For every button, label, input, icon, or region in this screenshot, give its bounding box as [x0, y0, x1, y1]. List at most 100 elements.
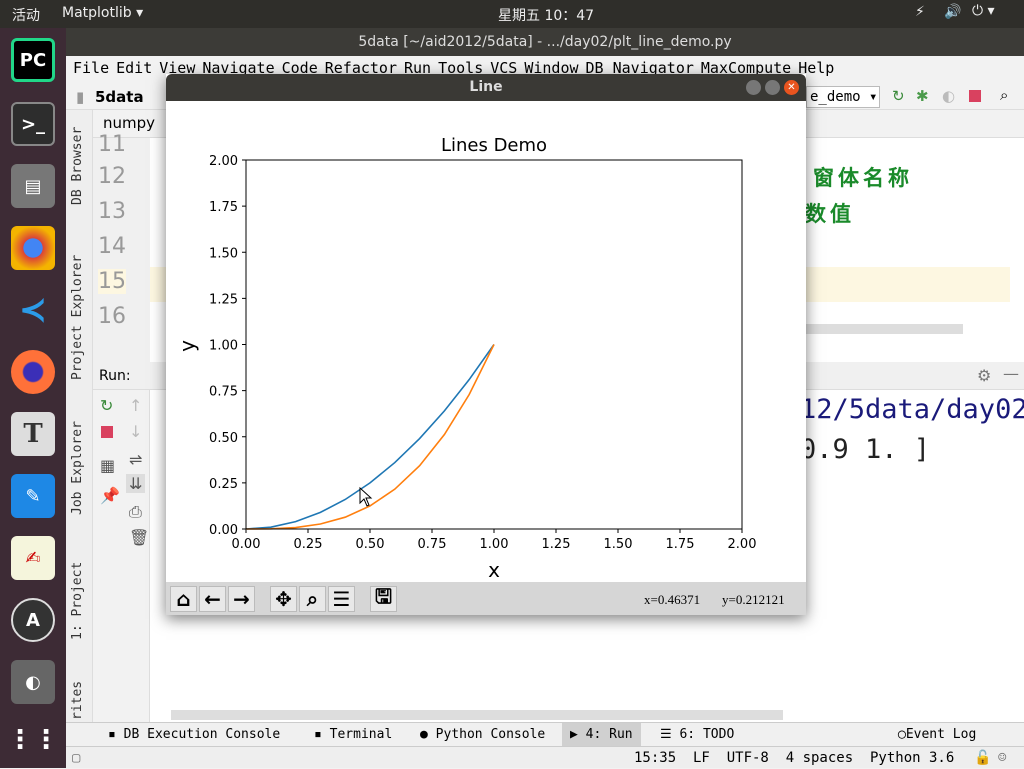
y-tick-label: 2.00 [209, 154, 238, 169]
app-icon[interactable]: ◐ [11, 660, 55, 704]
y-tick-label: 1.75 [209, 200, 238, 215]
terminal-icon[interactable]: >_ [11, 102, 55, 146]
stop-icon[interactable] [969, 90, 981, 102]
y-tick-label: 0.00 [209, 523, 238, 538]
tab-run[interactable]: ▶ 4: Run [562, 723, 641, 747]
lock-icon[interactable]: 🔓 [974, 747, 991, 769]
event-log-label: Event Log [905, 727, 977, 742]
line-number: 15 [98, 269, 126, 294]
chat-icon[interactable]: ✎ [11, 474, 55, 518]
event-log-button[interactable]: ◯Event Log [898, 723, 976, 747]
scroll-to-end-icon[interactable]: ⇊ [126, 474, 146, 493]
tool-project-explorer[interactable]: Project Explorer [70, 255, 85, 380]
layout-icon[interactable]: ▦ [100, 456, 115, 475]
pycharm-icon[interactable]: PC [11, 38, 55, 82]
line-number: 12 [98, 164, 126, 189]
window-title: Line [469, 79, 503, 95]
typora-icon[interactable]: T [11, 412, 55, 456]
search-icon[interactable]: ⌕ [1000, 86, 1008, 104]
menu-edit[interactable]: Edit [116, 59, 152, 77]
vscode-icon[interactable]: ≺ [11, 288, 55, 332]
chrome-icon[interactable] [11, 226, 55, 270]
tool-job-explorer[interactable]: Job Explorer [70, 421, 85, 515]
window-title-bar[interactable]: Line ✕ [166, 74, 806, 101]
text-editor-icon[interactable]: ✍ [11, 536, 55, 580]
toggle-tool-windows-icon[interactable]: ▢ [72, 747, 80, 769]
tab-python-console[interactable]: ● Python Console [420, 723, 545, 747]
stop-icon[interactable] [101, 426, 113, 438]
mouse-cursor-icon [359, 486, 373, 507]
system-top-bar: 活动 Matplotlib ▾ 星期五 10：47 ⚡ 🔊 ⏻ ▾ [0, 0, 1024, 28]
y-tick-label: 1.50 [209, 246, 238, 261]
app-menu[interactable]: Matplotlib ▾ [62, 5, 143, 21]
x-tick-label: 1.25 [542, 537, 571, 552]
horizontal-scrollbar[interactable] [793, 324, 963, 334]
menu-file[interactable]: File [73, 59, 109, 77]
tab-terminal[interactable]: ▪ Terminal [314, 723, 392, 747]
pan-icon[interactable]: ✥ [270, 586, 297, 612]
tool-db-browser[interactable]: DB Browser [70, 127, 85, 205]
left-tool-strip: DB Browser Project Explorer Job Explorer… [66, 110, 93, 722]
save-icon[interactable]: 🖫 [370, 584, 397, 612]
horizontal-scrollbar[interactable] [171, 710, 783, 720]
matplotlib-toolbar: ⌂ ← → ✥ ⌕ ☰ 🖫 x=0.46371 y=0.212121 [166, 582, 806, 615]
rerun-icon[interactable]: ↻ [892, 87, 905, 105]
up-arrow-icon[interactable]: ↑ [129, 396, 142, 415]
firefox-icon[interactable] [11, 350, 55, 394]
tool-project[interactable]: 1: Project [70, 562, 85, 640]
print-icon[interactable]: ⎙ [129, 502, 142, 522]
settings-icon[interactable]: ⚙ [977, 366, 991, 385]
tab-label: 4: Run [585, 727, 633, 742]
zoom-icon[interactable]: ⌕ [299, 586, 326, 612]
line-number: 11 [98, 132, 126, 157]
volume-icon[interactable]: 🔊 [944, 4, 961, 20]
configure-icon[interactable]: ☰ [328, 586, 355, 612]
debug-icon[interactable]: ✱ [916, 87, 929, 105]
minimize-panel-icon[interactable]: — [1003, 364, 1019, 383]
y-tick-label: 0.50 [209, 431, 238, 446]
home-icon[interactable]: ⌂ [170, 586, 197, 612]
back-icon[interactable]: ← [199, 586, 226, 612]
y-tick-label: 1.25 [209, 292, 238, 307]
line-number: 14 [98, 234, 126, 259]
clock[interactable]: 星期五 10：47 [498, 5, 594, 25]
coverage-icon[interactable]: ◐ [942, 87, 955, 105]
tool-favorites[interactable]: rites [70, 681, 85, 720]
show-apps-icon[interactable]: ⋮⋮ [7, 718, 59, 762]
files-icon[interactable]: ▤ [11, 164, 55, 208]
network-icon[interactable]: ⚡ [915, 4, 925, 20]
y-tick-label: 0.75 [209, 385, 238, 400]
tab-todo[interactable]: ☰ 6: TODO [660, 723, 734, 747]
inspector-icon[interactable]: ☺ [998, 747, 1006, 769]
tab-label: DB Execution Console [123, 727, 281, 742]
pin-icon[interactable]: 📌 [100, 486, 120, 505]
tab-label: 6: TODO [679, 727, 735, 742]
close-window-button[interactable]: ✕ [784, 80, 799, 95]
breadcrumb-project[interactable]: 5data [95, 88, 144, 106]
forward-icon[interactable]: → [228, 586, 255, 612]
minimize-window-button[interactable] [746, 80, 761, 95]
x-tick-label: 0.75 [418, 537, 447, 552]
power-icon[interactable]: ⏻ ▾ [972, 3, 995, 19]
line-number: 16 [98, 304, 126, 329]
soft-wrap-icon[interactable]: ⇌ [129, 450, 142, 469]
rerun-icon[interactable]: ↻ [100, 396, 113, 415]
editor-tab-numpy[interactable]: numpy [103, 114, 155, 132]
maximize-window-button[interactable] [765, 80, 780, 95]
run-config-select[interactable]: e_demo ▾ [806, 86, 880, 108]
line-number: 13 [98, 199, 126, 224]
down-arrow-icon[interactable]: ↓ [129, 422, 142, 441]
x-tick-label: 1.75 [666, 537, 695, 552]
x-tick-label: 0.50 [356, 537, 385, 552]
bottom-tool-tabs: ▪ DB Execution Console ▪ Terminal ● Pyth… [66, 722, 1024, 747]
series-line-1 [245, 344, 495, 530]
software-updater-icon[interactable]: A [11, 598, 55, 642]
x-tick-label: 0.00 [232, 537, 261, 552]
trash-icon[interactable]: 🗑 [129, 528, 149, 547]
plot-canvas[interactable]: Lines Demo x y 0.00 0.25 0.50 0.75 1.00 1.25 1… [166, 101, 806, 582]
tab-db-execution-console[interactable]: ▪ DB Execution Console [108, 723, 280, 747]
activities-button[interactable]: 活动 [12, 5, 40, 25]
y-tick-label: 0.25 [209, 477, 238, 492]
x-axis-label: x [488, 558, 500, 582]
cursor-y-coordinate: y=0.212121 [722, 592, 785, 607]
